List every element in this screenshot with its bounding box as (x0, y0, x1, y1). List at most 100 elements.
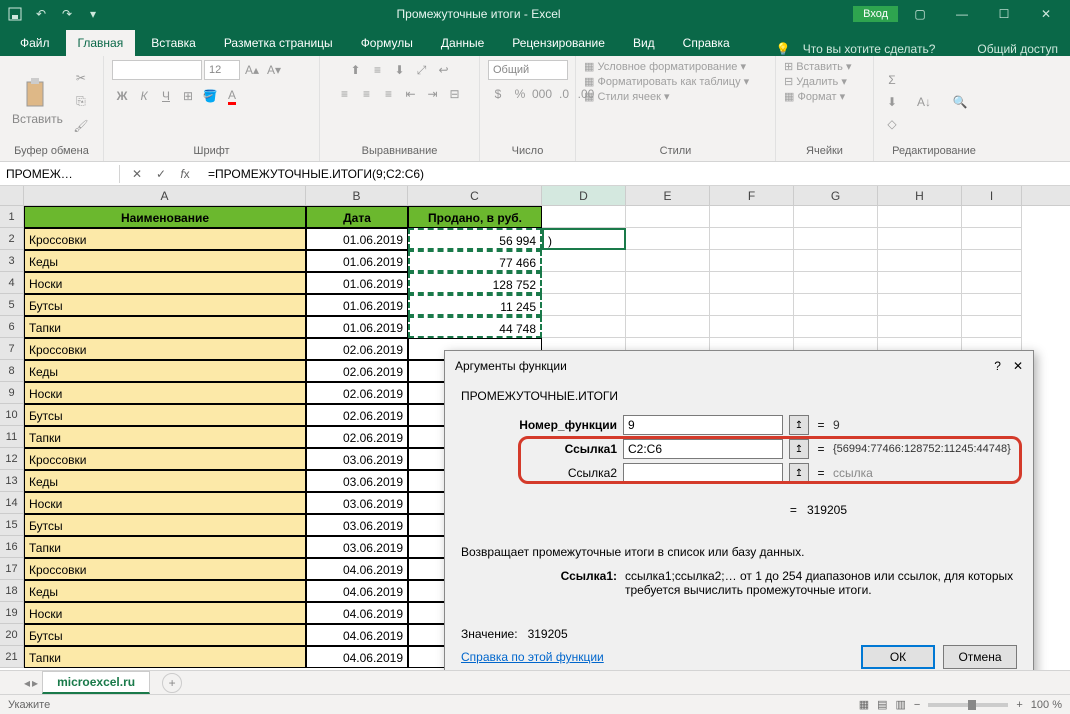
cell-date[interactable]: 04.06.2019 (306, 624, 408, 646)
header-date[interactable]: Дата (306, 206, 408, 228)
decrease-font-icon[interactable]: A▾ (264, 60, 284, 80)
find-select-icon[interactable]: 🔍 (946, 88, 974, 116)
row-header[interactable]: 4 (0, 272, 24, 294)
zoom-out-icon[interactable]: − (914, 699, 920, 711)
cancel-formula-icon[interactable]: ✕ (128, 167, 146, 181)
cell-date[interactable]: 02.06.2019 (306, 338, 408, 360)
sheet-tab[interactable]: microexcel.ru (42, 671, 150, 694)
cell-name[interactable]: Носки (24, 602, 306, 624)
bold-button[interactable]: Ж (112, 86, 132, 106)
cell-name[interactable]: Бутсы (24, 404, 306, 426)
share-button[interactable]: Общий доступ (977, 42, 1058, 56)
view-break-icon[interactable]: ▥ (896, 698, 906, 711)
underline-button[interactable]: Ч (156, 86, 176, 106)
tab-view[interactable]: Вид (621, 30, 667, 56)
align-bottom-icon[interactable]: ⬇ (390, 60, 410, 80)
italic-button[interactable]: К (134, 86, 154, 106)
fill-icon[interactable]: ⬇ (882, 92, 902, 112)
cell-date[interactable]: 04.06.2019 (306, 602, 408, 624)
font-size-select[interactable] (204, 60, 240, 80)
col-header[interactable]: H (878, 186, 962, 205)
cell-name[interactable]: Кроссовки (24, 448, 306, 470)
row-header[interactable]: 20 (0, 624, 24, 646)
cancel-button[interactable]: Отмена (943, 645, 1017, 669)
add-sheet-icon[interactable]: + (162, 673, 182, 693)
tab-formulas[interactable]: Формулы (349, 30, 425, 56)
zoom-in-icon[interactable]: + (1016, 699, 1022, 711)
cell-name[interactable]: Тапки (24, 316, 306, 338)
font-color-icon[interactable]: A (222, 86, 242, 106)
col-header[interactable]: E (626, 186, 710, 205)
cell-value[interactable]: 128 752 (408, 272, 542, 294)
cell-name[interactable]: Бутсы (24, 294, 306, 316)
ok-button[interactable]: ОК (861, 645, 935, 669)
wrap-text-icon[interactable]: ↩ (434, 60, 454, 80)
row-header[interactable]: 6 (0, 316, 24, 338)
clear-icon[interactable]: ◇ (882, 114, 902, 134)
cell-date[interactable]: 03.06.2019 (306, 514, 408, 536)
row-header[interactable]: 11 (0, 426, 24, 448)
cell-name[interactable]: Тапки (24, 646, 306, 668)
cell-name[interactable]: Тапки (24, 536, 306, 558)
row-header[interactable]: 14 (0, 492, 24, 514)
fx-icon[interactable]: fx (176, 167, 194, 181)
minimize-icon[interactable]: — (942, 0, 982, 28)
cell-value[interactable]: 56 994 (408, 228, 542, 250)
arg3-refedit-icon[interactable]: ↥ (789, 463, 809, 483)
tab-layout[interactable]: Разметка страницы (212, 30, 345, 56)
row-header[interactable]: 17 (0, 558, 24, 580)
cell-name[interactable]: Кеды (24, 580, 306, 602)
undo-icon[interactable]: ↶ (30, 3, 52, 25)
maximize-icon[interactable]: ☐ (984, 0, 1024, 28)
cell-name[interactable]: Кроссовки (24, 338, 306, 360)
cell-name[interactable]: Кроссовки (24, 228, 306, 250)
dialog-close-icon[interactable]: ✕ (1013, 359, 1023, 373)
align-top-icon[interactable]: ⬆ (346, 60, 366, 80)
row-header[interactable]: 16 (0, 536, 24, 558)
login-button[interactable]: Вход (853, 6, 898, 22)
col-header[interactable]: C (408, 186, 542, 205)
percent-icon[interactable]: % (510, 84, 530, 104)
row-header[interactable]: 13 (0, 470, 24, 492)
cell-value[interactable]: 44 748 (408, 316, 542, 338)
cell-date[interactable]: 01.06.2019 (306, 272, 408, 294)
row-header[interactable]: 8 (0, 360, 24, 382)
tab-help[interactable]: Справка (671, 30, 742, 56)
redo-icon[interactable]: ↷ (56, 3, 78, 25)
conditional-formatting-button[interactable]: ▦ Условное форматирование ▾ (584, 60, 746, 73)
format-painter-icon[interactable]: 🖌 (71, 116, 91, 136)
tab-insert[interactable]: Вставка (139, 30, 208, 56)
row-header[interactable]: 1 (0, 206, 24, 228)
cell-date[interactable]: 04.06.2019 (306, 580, 408, 602)
cell-date[interactable]: 01.06.2019 (306, 228, 408, 250)
font-family-select[interactable] (112, 60, 202, 80)
dialog-help-icon[interactable]: ? (994, 359, 1001, 373)
zoom-slider[interactable] (928, 703, 1008, 707)
select-all-corner[interactable] (0, 186, 24, 205)
align-middle-icon[interactable]: ≡ (368, 60, 388, 80)
active-cell[interactable]: ) (542, 228, 626, 250)
close-icon[interactable]: ✕ (1026, 0, 1066, 28)
autosum-icon[interactable]: Σ (882, 70, 902, 90)
border-icon[interactable]: ⊞ (178, 86, 198, 106)
sort-filter-icon[interactable]: A↓ (910, 88, 938, 116)
increase-font-icon[interactable]: A▴ (242, 60, 262, 80)
enter-formula-icon[interactable]: ✓ (152, 167, 170, 181)
format-as-table-button[interactable]: ▦ Форматировать как таблицу ▾ (584, 75, 749, 88)
delete-cells-button[interactable]: ⊟ Удалить ▾ (784, 75, 847, 88)
merge-icon[interactable]: ⊟ (445, 84, 465, 104)
arg3-input[interactable] (623, 463, 783, 483)
row-header[interactable]: 10 (0, 404, 24, 426)
arg2-refedit-icon[interactable]: ↥ (789, 439, 809, 459)
cell-name[interactable]: Кеды (24, 360, 306, 382)
cell-date[interactable]: 01.06.2019 (306, 316, 408, 338)
arg1-refedit-icon[interactable]: ↥ (789, 415, 809, 435)
row-header[interactable]: 3 (0, 250, 24, 272)
tab-home[interactable]: Главная (66, 30, 136, 56)
zoom-level[interactable]: 100 % (1031, 699, 1062, 711)
tab-review[interactable]: Рецензирование (500, 30, 617, 56)
cell-styles-button[interactable]: ▦ Стили ячеек ▾ (584, 90, 670, 103)
cell-name[interactable]: Бутсы (24, 624, 306, 646)
cell-date[interactable]: 03.06.2019 (306, 536, 408, 558)
copy-icon[interactable]: ⎘ (71, 92, 91, 112)
